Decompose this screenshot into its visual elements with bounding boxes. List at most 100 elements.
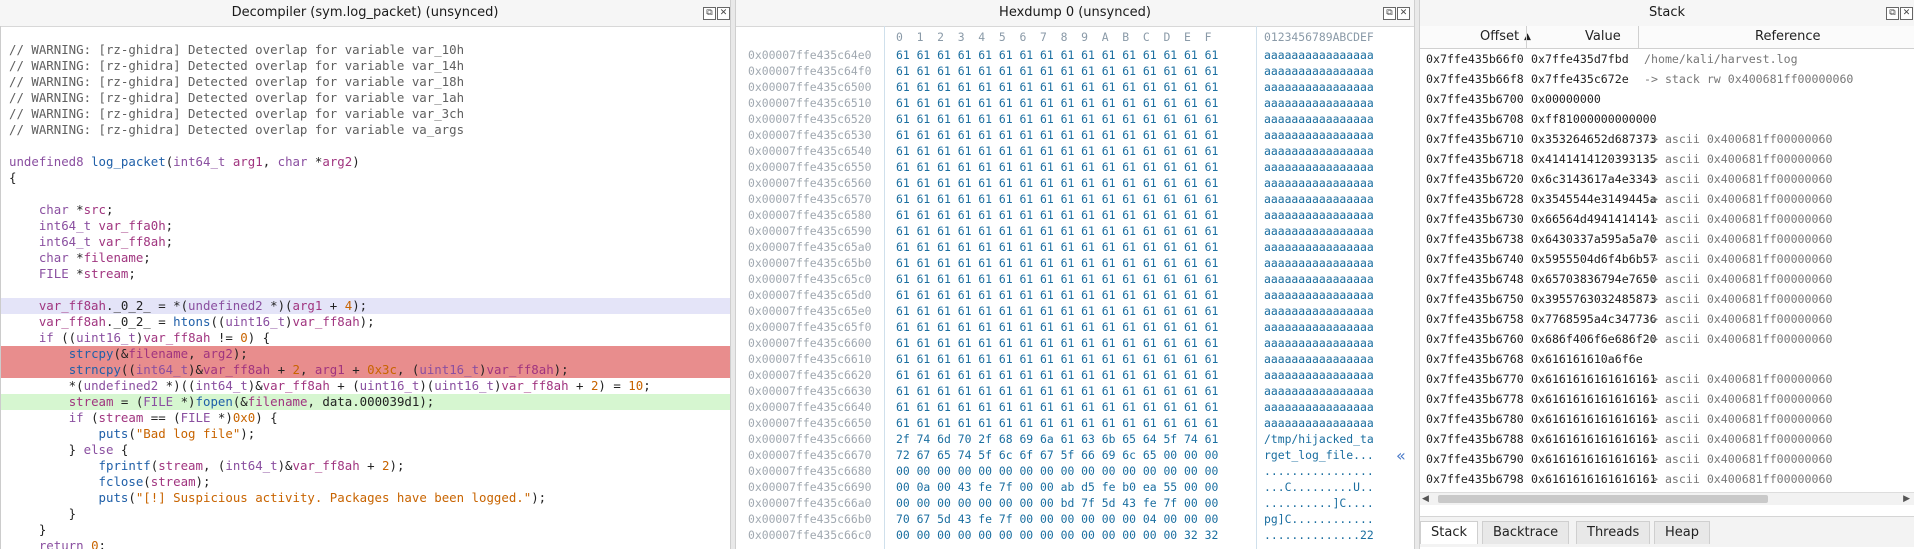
hex-bytes[interactable]: 61 61 61 61 61 61 61 61 61 61 61 61 61 6… xyxy=(896,127,1218,143)
hex-bytes[interactable]: 61 61 61 61 61 61 61 61 61 61 61 61 61 6… xyxy=(896,175,1218,191)
code-line[interactable]: strcpy(&filename, arg2); xyxy=(1,346,730,362)
hexdump-row[interactable]: 0x00007ffe435c6660 2f 74 6d 70 2f 68 69 6… xyxy=(736,431,1414,447)
hex-ascii[interactable]: aaaaaaaaaaaaaaaa xyxy=(1264,399,1374,415)
hex-bytes[interactable]: 00 0a 00 43 fe 7f 00 00 ab d5 fe b0 ea 5… xyxy=(896,479,1218,495)
hex-bytes[interactable]: 61 61 61 61 61 61 61 61 61 61 61 61 61 6… xyxy=(896,191,1218,207)
hex-ascii[interactable]: ..........]C.... xyxy=(1264,495,1374,511)
hex-ascii[interactable]: pg]C............ xyxy=(1264,511,1374,527)
code-line[interactable] xyxy=(1,26,730,42)
close-icon[interactable]: ✕ xyxy=(1900,7,1913,20)
table-row[interactable]: 0x7ffe435b6770 0x6161616161616161 -> ascii… xyxy=(1420,369,1914,389)
float-icon[interactable]: ⧉ xyxy=(1886,7,1899,20)
hex-ascii[interactable]: aaaaaaaaaaaaaaaa xyxy=(1264,143,1374,159)
hex-bytes[interactable]: 61 61 61 61 61 61 61 61 61 61 61 61 61 6… xyxy=(896,271,1218,287)
hex-ascii[interactable]: aaaaaaaaaaaaaaaa xyxy=(1264,111,1374,127)
hexdump-row[interactable]: 0x00007ffe435c6600 61 61 61 61 61 61 61 6… xyxy=(736,335,1414,351)
code-line[interactable]: stream = (FILE *)fopen(&filename, data.0… xyxy=(1,394,730,410)
code-line[interactable]: return 0; xyxy=(1,538,730,549)
code-line[interactable]: } xyxy=(1,506,730,522)
hex-bytes[interactable]: 61 61 61 61 61 61 61 61 61 61 61 61 61 6… xyxy=(896,367,1218,383)
code-line[interactable]: FILE *stream; xyxy=(1,266,730,282)
hex-ascii[interactable]: /tmp/hijacked_ta xyxy=(1264,431,1374,447)
hex-bytes[interactable]: 61 61 61 61 61 61 61 61 61 61 61 61 61 6… xyxy=(896,383,1218,399)
code-line[interactable]: // WARNING: [rz-ghidra] Detected overlap… xyxy=(1,58,730,74)
hexdump-row[interactable]: 0x00007ffe435c6560 61 61 61 61 61 61 61 6… xyxy=(736,175,1414,191)
code-line[interactable] xyxy=(1,138,730,154)
hex-bytes[interactable]: 61 61 61 61 61 61 61 61 61 61 61 61 61 6… xyxy=(896,95,1218,111)
hexdump-rows[interactable]: 0x00007ffe435c64e0 61 61 61 61 61 61 61 6… xyxy=(736,47,1414,543)
code-line[interactable]: } else { xyxy=(1,442,730,458)
hex-bytes[interactable]: 61 61 61 61 61 61 61 61 61 61 61 61 61 6… xyxy=(896,143,1218,159)
table-row[interactable]: 0x7ffe435b6700 0x00000000 xyxy=(1420,89,1914,109)
code-line[interactable]: undefined8 log_packet(int64_t arg1, char… xyxy=(1,154,730,170)
table-row[interactable]: 0x7ffe435b6740 0x5955504d6f4b6b57 -> ascii… xyxy=(1420,249,1914,269)
hex-ascii[interactable]: rget_log_file... xyxy=(1264,447,1374,463)
code-line[interactable]: fprintf(stream, (int64_t)&var_ff8ah + 2)… xyxy=(1,458,730,474)
hexdump-row[interactable]: 0x00007ffe435c6570 61 61 61 61 61 61 61 6… xyxy=(736,191,1414,207)
hex-ascii[interactable]: aaaaaaaaaaaaaaaa xyxy=(1264,175,1374,191)
hex-ascii[interactable]: aaaaaaaaaaaaaaaa xyxy=(1264,207,1374,223)
hex-ascii[interactable]: aaaaaaaaaaaaaaaa xyxy=(1264,335,1374,351)
table-row[interactable]: 0x7ffe435b6728 0x3545544e3149445a -> ascii… xyxy=(1420,189,1914,209)
hex-bytes[interactable]: 61 61 61 61 61 61 61 61 61 61 61 61 61 6… xyxy=(896,351,1218,367)
code-line[interactable]: int64_t var_ffa0h; xyxy=(1,218,730,234)
hexdump-row[interactable]: 0x00007ffe435c6610 61 61 61 61 61 61 61 6… xyxy=(736,351,1414,367)
hexdump-row[interactable]: 0x00007ffe435c6670 72 67 65 74 5f 6c 6f 6… xyxy=(736,447,1414,463)
hex-ascii[interactable]: aaaaaaaaaaaaaaaa xyxy=(1264,271,1374,287)
hexdump-row[interactable]: 0x00007ffe435c6680 00 00 00 00 00 00 00 0… xyxy=(736,463,1414,479)
table-row[interactable]: 0x7ffe435b6778 0x6161616161616161 -> ascii… xyxy=(1420,389,1914,409)
tab-backtrace[interactable]: Backtrace xyxy=(1482,521,1570,544)
hexdump-row[interactable]: 0x00007ffe435c65e0 61 61 61 61 61 61 61 6… xyxy=(736,303,1414,319)
tab-heap[interactable]: Heap xyxy=(1654,521,1710,544)
hexdump-row[interactable]: 0x00007ffe435c6690 00 0a 00 43 fe 7f 00 0… xyxy=(736,479,1414,495)
hexdump-row[interactable]: 0x00007ffe435c65a0 61 61 61 61 61 61 61 6… xyxy=(736,239,1414,255)
hex-ascii[interactable]: aaaaaaaaaaaaaaaa xyxy=(1264,255,1374,271)
hex-bytes[interactable]: 61 61 61 61 61 61 61 61 61 61 61 61 61 6… xyxy=(896,255,1218,271)
table-row[interactable]: 0x7ffe435b6730 0x66564d4941414141 -> ascii… xyxy=(1420,209,1914,229)
hex-ascii[interactable]: aaaaaaaaaaaaaaaa xyxy=(1264,319,1374,335)
scrollbar-thumb[interactable] xyxy=(1438,495,1768,503)
hex-bytes[interactable]: 61 61 61 61 61 61 61 61 61 61 61 61 61 6… xyxy=(896,159,1218,175)
hex-ascii[interactable]: aaaaaaaaaaaaaaaa xyxy=(1264,239,1374,255)
hex-bytes[interactable]: 61 61 61 61 61 61 61 61 61 61 61 61 61 6… xyxy=(896,47,1218,63)
hexdump-row[interactable]: 0x00007ffe435c6520 61 61 61 61 61 61 61 6… xyxy=(736,111,1414,127)
code-line[interactable]: puts("[!] Suspicious activity. Packages … xyxy=(1,490,730,506)
hexdump-row[interactable]: 0x00007ffe435c6500 61 61 61 61 61 61 61 6… xyxy=(736,79,1414,95)
code-line[interactable]: } xyxy=(1,522,730,538)
scroll-right-icon[interactable]: ▶ xyxy=(1903,493,1910,505)
horizontal-scrollbar[interactable]: ◀ ▶ xyxy=(1420,492,1914,505)
table-row[interactable]: 0x7ffe435b6788 0x6161616161616161 -> ascii… xyxy=(1420,429,1914,449)
code-line[interactable]: puts("Bad log file"); xyxy=(1,426,730,442)
hex-bytes[interactable]: 61 61 61 61 61 61 61 61 61 61 61 61 61 6… xyxy=(896,223,1218,239)
hex-bytes[interactable]: 61 61 61 61 61 61 61 61 61 61 61 61 61 6… xyxy=(896,335,1218,351)
sync-arrow-icon[interactable]: « xyxy=(1396,446,1406,465)
hexdump-row[interactable]: 0x00007ffe435c66a0 00 00 00 00 00 00 00 0… xyxy=(736,495,1414,511)
tab-threads[interactable]: Threads xyxy=(1576,521,1651,544)
hexdump-row[interactable]: 0x00007ffe435c6530 61 61 61 61 61 61 61 6… xyxy=(736,127,1414,143)
hexdump-row[interactable]: 0x00007ffe435c6510 61 61 61 61 61 61 61 6… xyxy=(736,95,1414,111)
tab-stack[interactable]: Stack xyxy=(1420,521,1478,544)
hexdump-row[interactable]: 0x00007ffe435c65b0 61 61 61 61 61 61 61 6… xyxy=(736,255,1414,271)
hexdump-row[interactable]: 0x00007ffe435c65d0 61 61 61 61 61 61 61 6… xyxy=(736,287,1414,303)
hexdump-row[interactable]: 0x00007ffe435c6590 61 61 61 61 61 61 61 6… xyxy=(736,223,1414,239)
hex-bytes[interactable]: 72 67 65 74 5f 6c 6f 67 5f 66 69 6c 65 0… xyxy=(896,447,1218,463)
hex-bytes[interactable]: 61 61 61 61 61 61 61 61 61 61 61 61 61 6… xyxy=(896,63,1218,79)
table-row[interactable]: 0x7ffe435b6758 0x7768595a4c347736 -> ascii… xyxy=(1420,309,1914,329)
hex-ascii[interactable]: aaaaaaaaaaaaaaaa xyxy=(1264,303,1374,319)
hexdump-row[interactable]: 0x00007ffe435c64f0 61 61 61 61 61 61 61 6… xyxy=(736,63,1414,79)
table-row[interactable]: 0x7ffe435b6768 0x616161610a6f6e xyxy=(1420,349,1914,369)
hex-ascii[interactable]: aaaaaaaaaaaaaaaa xyxy=(1264,79,1374,95)
code-line[interactable]: // WARNING: [rz-ghidra] Detected overlap… xyxy=(1,90,730,106)
table-row[interactable]: 0x7ffe435b6748 0x65703836794e7650 -> ascii… xyxy=(1420,269,1914,289)
hex-ascii[interactable]: aaaaaaaaaaaaaaaa xyxy=(1264,223,1374,239)
table-row[interactable]: 0x7ffe435b6710 0x353264652d687373 -> ascii… xyxy=(1420,129,1914,149)
column-header-offset[interactable]: Offset xyxy=(1480,26,1519,48)
code-line[interactable]: var_ff8ah._0_2_ = *(undefined2 *)(arg1 +… xyxy=(1,298,730,314)
hex-bytes[interactable]: 61 61 61 61 61 61 61 61 61 61 61 61 61 6… xyxy=(896,415,1218,431)
hex-bytes[interactable]: 61 61 61 61 61 61 61 61 61 61 61 61 61 6… xyxy=(896,111,1218,127)
hex-ascii[interactable]: aaaaaaaaaaaaaaaa xyxy=(1264,367,1374,383)
table-row[interactable]: 0x7ffe435b6738 0x6430337a595a5a70 -> ascii… xyxy=(1420,229,1914,249)
hex-bytes[interactable]: 61 61 61 61 61 61 61 61 61 61 61 61 61 6… xyxy=(896,287,1218,303)
hexdump-row[interactable]: 0x00007ffe435c6650 61 61 61 61 61 61 61 6… xyxy=(736,415,1414,431)
code-line[interactable]: char *src; xyxy=(1,202,730,218)
